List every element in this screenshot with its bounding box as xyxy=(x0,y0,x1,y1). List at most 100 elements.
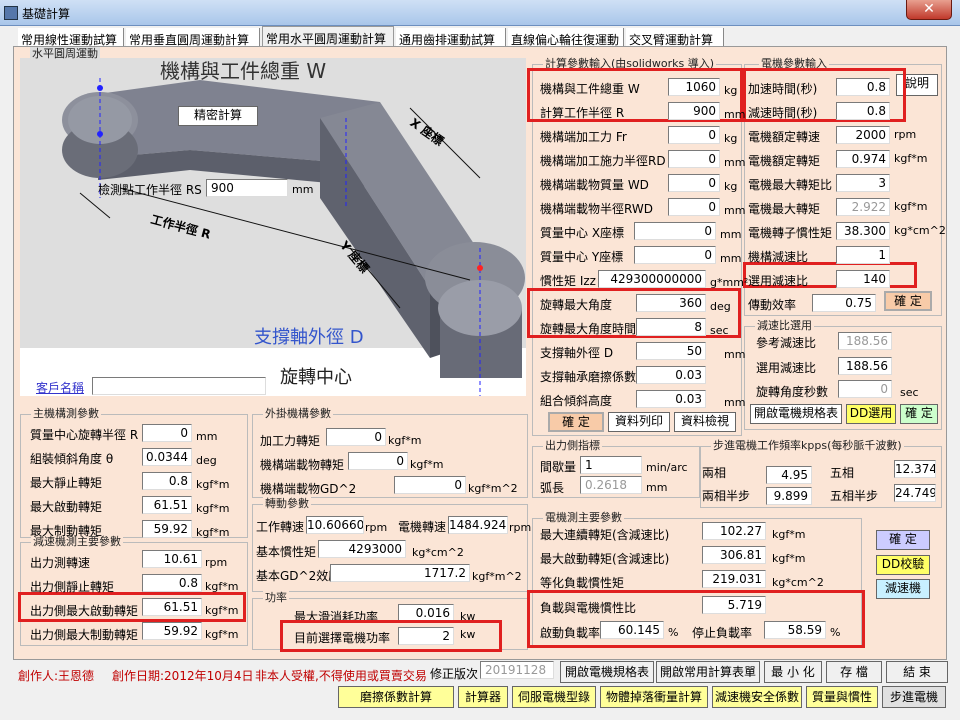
main-mech-input-1[interactable]: 0.0344 xyxy=(142,448,192,466)
external-input-0[interactable]: 0 xyxy=(326,428,386,446)
calc-unit-4: kg xyxy=(724,180,738,193)
footer-tool-0[interactable]: 磨擦係數計算 xyxy=(338,686,454,708)
tab-4[interactable]: 通用齒排運動試算 xyxy=(396,28,506,48)
five-half-input[interactable]: 24.749 xyxy=(894,484,936,502)
footer-tool-6[interactable]: 步進電機 xyxy=(882,686,946,708)
precise-calc-button[interactable]: 精密計算 xyxy=(178,106,258,126)
data-view-button[interactable]: 資料檢視 xyxy=(674,412,736,432)
motor-input-8[interactable]: 140 xyxy=(836,270,890,288)
external-unit-2: kgf*m^2 xyxy=(468,482,518,495)
external-label-1: 機構端載物轉矩 xyxy=(260,458,345,472)
calc-input-8[interactable]: 429300000000 xyxy=(598,270,706,288)
motor-input-3[interactable]: 0.974 xyxy=(836,150,890,168)
angle-sec-input[interactable]: 0 xyxy=(838,380,892,398)
footer-btn-4[interactable]: 結 束 xyxy=(886,661,948,683)
footer-tool-4[interactable]: 減速機安全係數 xyxy=(712,686,802,708)
footer-tool-1[interactable]: 計算器 xyxy=(458,686,508,708)
gd2-input[interactable]: 1717.2 xyxy=(330,564,470,582)
work-speed-input[interactable]: 10.606602 xyxy=(306,516,364,534)
footer-btn-1[interactable]: 開啟常用計算表單 xyxy=(656,661,760,683)
motor-input-5[interactable]: 2.922 xyxy=(836,198,890,216)
motor-input-0[interactable]: 0.8 xyxy=(836,78,890,96)
tab-5[interactable]: 直線偏心輪往復運動 xyxy=(508,28,624,48)
motor-confirm-button[interactable]: 確 定 xyxy=(884,291,932,311)
sel-ratio-input[interactable]: 188.56 xyxy=(838,357,892,375)
calc-input-6[interactable]: 0 xyxy=(634,222,716,240)
motor-main-input-1[interactable]: 306.81 xyxy=(702,546,766,564)
footer-tool-5[interactable]: 質量與慣性 xyxy=(806,686,878,708)
reducer-button[interactable]: 減速機 xyxy=(876,579,930,599)
motor-main-input-0[interactable]: 102.27 xyxy=(702,522,766,540)
data-print-button[interactable]: 資料列印 xyxy=(608,412,670,432)
calc-input-5[interactable]: 0 xyxy=(668,198,720,216)
close-button[interactable]: ✕ xyxy=(906,0,952,20)
tab-2[interactable]: 常用垂直圓周運動計算 xyxy=(126,28,260,48)
arc-input[interactable]: 0.2618 xyxy=(580,476,642,494)
two-phase-input[interactable]: 4.95 xyxy=(766,466,812,484)
gd2-unit: kgf*m^2 xyxy=(472,570,522,583)
calc-input-7[interactable]: 0 xyxy=(634,246,716,264)
calc-confirm-button[interactable]: 確 定 xyxy=(548,412,604,432)
calc-input-4[interactable]: 0 xyxy=(668,174,720,192)
motor-speed-input[interactable]: 1484.924 xyxy=(448,516,508,534)
dd-check-button[interactable]: DD校驗 xyxy=(876,555,930,575)
calc-input-13[interactable]: 0.03 xyxy=(636,390,706,408)
customer-input[interactable] xyxy=(92,377,266,395)
side-confirm-button[interactable]: 確 定 xyxy=(876,530,930,550)
motor-main-label-2: 等化負載慣性矩 xyxy=(540,576,625,590)
motor-input-9[interactable]: 0.75 xyxy=(812,294,876,312)
interval-input[interactable]: 1 xyxy=(580,456,642,474)
footer-btn-2[interactable]: 最 小 化 xyxy=(764,661,822,683)
main-mech-input-2[interactable]: 0.8 xyxy=(142,472,192,490)
stepper-title: 步進電機工作頻率kpps(每秒脈千波數) xyxy=(711,439,904,453)
version-input[interactable]: 20191128 xyxy=(480,661,554,679)
motor-input-4[interactable]: 3 xyxy=(836,174,890,192)
calc-input-10[interactable]: 8 xyxy=(636,318,706,336)
reducer-main-input-0[interactable]: 10.61 xyxy=(142,550,202,568)
reducer-main-label-3: 出力側最大制動轉矩 xyxy=(30,628,139,642)
reducer-confirm-button[interactable]: 確 定 xyxy=(900,404,938,424)
open-motor-spec-button[interactable]: 開啟電機規格表 xyxy=(750,404,842,424)
calc-input-0[interactable]: 1060 xyxy=(668,78,720,96)
motor-input-7[interactable]: 1 xyxy=(836,246,890,264)
base-inertia-input[interactable]: 4293000 xyxy=(318,540,406,558)
external-input-1[interactable]: 0 xyxy=(348,452,408,470)
footer-btn-0[interactable]: 開啟電機規格表 xyxy=(560,661,654,683)
two-half-input[interactable]: 9.899 xyxy=(766,487,812,505)
main-mech-label-3: 最大啟動轉矩 xyxy=(30,500,103,514)
rotate-center-label: 旋轉中心 xyxy=(280,367,352,388)
ref-ratio-input[interactable]: 188.56 xyxy=(838,332,892,350)
calc-input-12[interactable]: 0.03 xyxy=(636,366,706,384)
main-mech-input-4[interactable]: 59.92 xyxy=(142,520,192,538)
five-phase-label: 五相 xyxy=(830,466,855,480)
calc-input-1[interactable]: 900 xyxy=(668,102,720,120)
reducer-main-unit-1: kgf*m xyxy=(205,580,239,593)
motor-input-2[interactable]: 2000 xyxy=(836,126,890,144)
main-mech-input-3[interactable]: 61.51 xyxy=(142,496,192,514)
reducer-main-input-1[interactable]: 0.8 xyxy=(142,574,202,592)
main-mech-input-0[interactable]: 0 xyxy=(142,424,192,442)
tab-3[interactable]: 常用水平圓周運動計算 xyxy=(262,26,394,48)
work-speed-label: 工作轉速 xyxy=(256,520,305,534)
motor-main-input-2[interactable]: 219.031 xyxy=(702,570,766,588)
tab-6[interactable]: 交叉臂運動計算 xyxy=(626,28,724,48)
external-input-2[interactable]: 0 xyxy=(394,476,466,494)
rs-input[interactable]: 900 xyxy=(206,179,288,197)
reducer-main-input-2[interactable]: 61.51 xyxy=(142,598,202,616)
calc-input-9[interactable]: 360 xyxy=(636,294,706,312)
tab-1[interactable]: 常用線性運動試算 xyxy=(18,28,124,48)
motor-input-6[interactable]: 38.300 xyxy=(836,222,890,240)
reducer-main-input-3[interactable]: 59.92 xyxy=(142,622,202,640)
calc-input-11[interactable]: 50 xyxy=(636,342,706,360)
footer-tool-2[interactable]: 伺服電機型錄 xyxy=(512,686,596,708)
motor-label-4: 電機最大轉矩比 xyxy=(748,178,833,192)
footer-btn-3[interactable]: 存 檔 xyxy=(826,661,882,683)
calc-input-2[interactable]: 0 xyxy=(668,126,720,144)
calc-label-7: 質量中心 Y座標 xyxy=(540,250,624,264)
footer-tool-3[interactable]: 物體掉落衝量計算 xyxy=(600,686,708,708)
motor-input-1[interactable]: 0.8 xyxy=(836,102,890,120)
base-inertia-label: 基本慣性矩 xyxy=(256,545,317,559)
dd-select-button[interactable]: DD選用 xyxy=(846,404,896,424)
calc-input-3[interactable]: 0 xyxy=(668,150,720,168)
five-phase-input[interactable]: 12.374 xyxy=(894,460,936,478)
